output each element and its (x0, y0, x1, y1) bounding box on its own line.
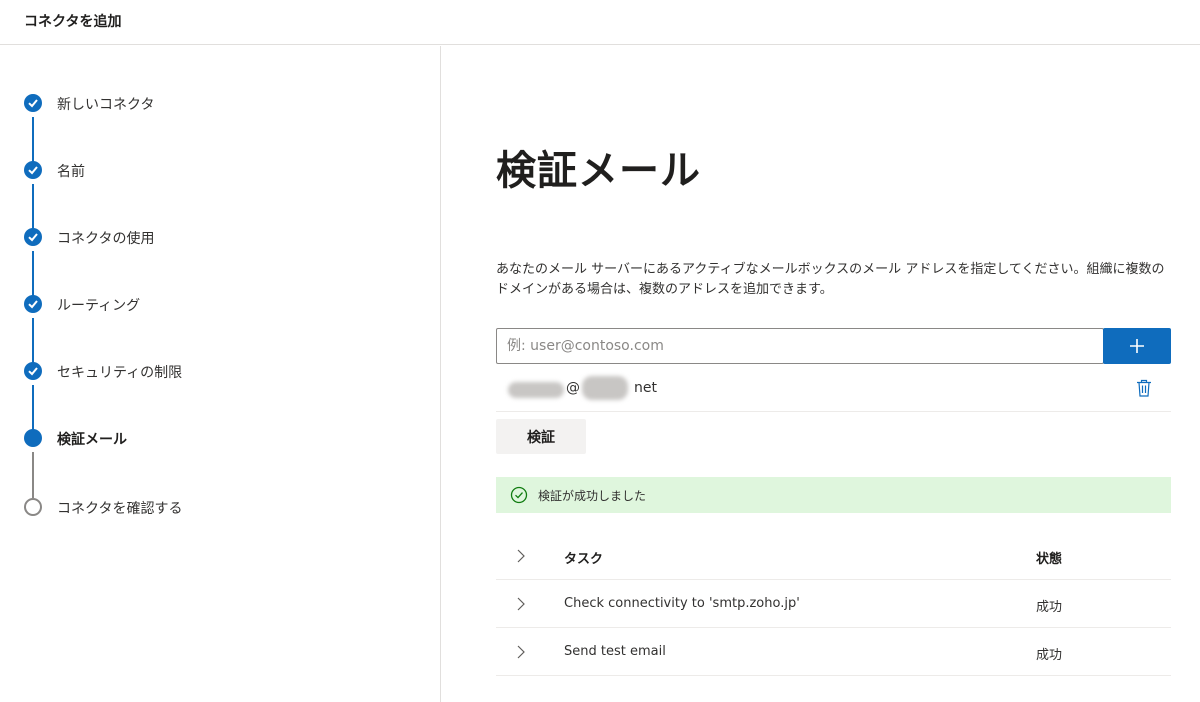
current-step-dot-icon (24, 429, 42, 447)
step-label: ルーティング (57, 298, 141, 314)
task-table: タスク 状態 Check connectivity to 'smtp.zoho.… (496, 532, 1171, 676)
step-label: 検証メール (57, 432, 127, 448)
empty-circle-icon (24, 498, 42, 516)
wizard-steps: 新しいコネクタ 名前 コネクタの使用 ルーティング セキュリティの制限 検証メー… (0, 46, 441, 702)
verify-button[interactable]: 検証 (496, 419, 586, 454)
description-text: あなたのメール サーバーにあるアクティブなメールボックスのメール アドレスを指定… (496, 262, 1165, 297)
step-label: コネクタを確認する (57, 501, 183, 517)
step-connector (32, 385, 34, 431)
expand-all-chevron-icon[interactable] (516, 548, 526, 567)
checkmark-icon (24, 362, 42, 380)
table-row[interactable]: Send test email 成功 (496, 628, 1171, 676)
checkmark-icon (24, 94, 42, 112)
panel-header: コネクタを追加 (0, 0, 1200, 45)
table-header-row: タスク 状態 (496, 532, 1171, 580)
success-message-text: 検証が成功しました (538, 489, 647, 503)
status-cell: 成功 (1036, 648, 1063, 663)
step-label: セキュリティの制限 (57, 365, 183, 381)
column-header-task[interactable]: タスク (564, 548, 603, 567)
step-routing[interactable]: ルーティング (24, 293, 424, 317)
email-domain-suffix: net (634, 380, 657, 396)
redacted-email-domain (582, 376, 628, 400)
panel-title: コネクタを追加 (24, 14, 122, 30)
add-email-button[interactable] (1103, 328, 1171, 364)
step-connector (32, 452, 34, 498)
step-label: 名前 (57, 164, 85, 180)
email-list-item: @ net (496, 368, 1171, 412)
chevron-right-icon[interactable] (516, 644, 526, 663)
step-label: 新しいコネクタ (57, 97, 155, 113)
page-title: 検証メール (496, 148, 701, 194)
table-row[interactable]: Check connectivity to 'smtp.zoho.jp' 成功 (496, 580, 1171, 628)
chevron-right-icon[interactable] (516, 596, 526, 615)
plus-icon (1130, 339, 1144, 353)
email-input[interactable] (496, 328, 1104, 364)
column-header-status[interactable]: 状態 (1036, 548, 1062, 567)
task-cell: Send test email (564, 644, 666, 659)
status-cell: 成功 (1036, 600, 1063, 615)
step-label: コネクタの使用 (57, 231, 155, 247)
check-circle-icon (510, 486, 528, 508)
checkmark-icon (24, 295, 42, 313)
task-cell: Check connectivity to 'smtp.zoho.jp' (564, 596, 800, 611)
main-content: 検証メール あなたのメール サーバーにあるアクティブなメールボックスのメール ア… (442, 46, 1200, 702)
step-review-connector[interactable]: コネクタを確認する (24, 496, 424, 520)
step-connector (32, 184, 34, 230)
step-connector (32, 251, 34, 297)
step-validation-email[interactable]: 検証メール (24, 427, 424, 451)
redacted-email-user (508, 382, 564, 398)
step-new-connector[interactable]: 新しいコネクタ (24, 92, 424, 116)
trash-icon[interactable] (1136, 379, 1152, 401)
step-connector (32, 117, 34, 163)
email-at-sign: @ (566, 380, 580, 396)
step-security-restrictions[interactable]: セキュリティの制限 (24, 360, 424, 384)
step-connector (32, 318, 34, 364)
step-connector-usage[interactable]: コネクタの使用 (24, 226, 424, 250)
checkmark-icon (24, 228, 42, 246)
success-message-bar: 検証が成功しました (496, 477, 1171, 513)
step-name[interactable]: 名前 (24, 159, 424, 183)
checkmark-icon (24, 161, 42, 179)
